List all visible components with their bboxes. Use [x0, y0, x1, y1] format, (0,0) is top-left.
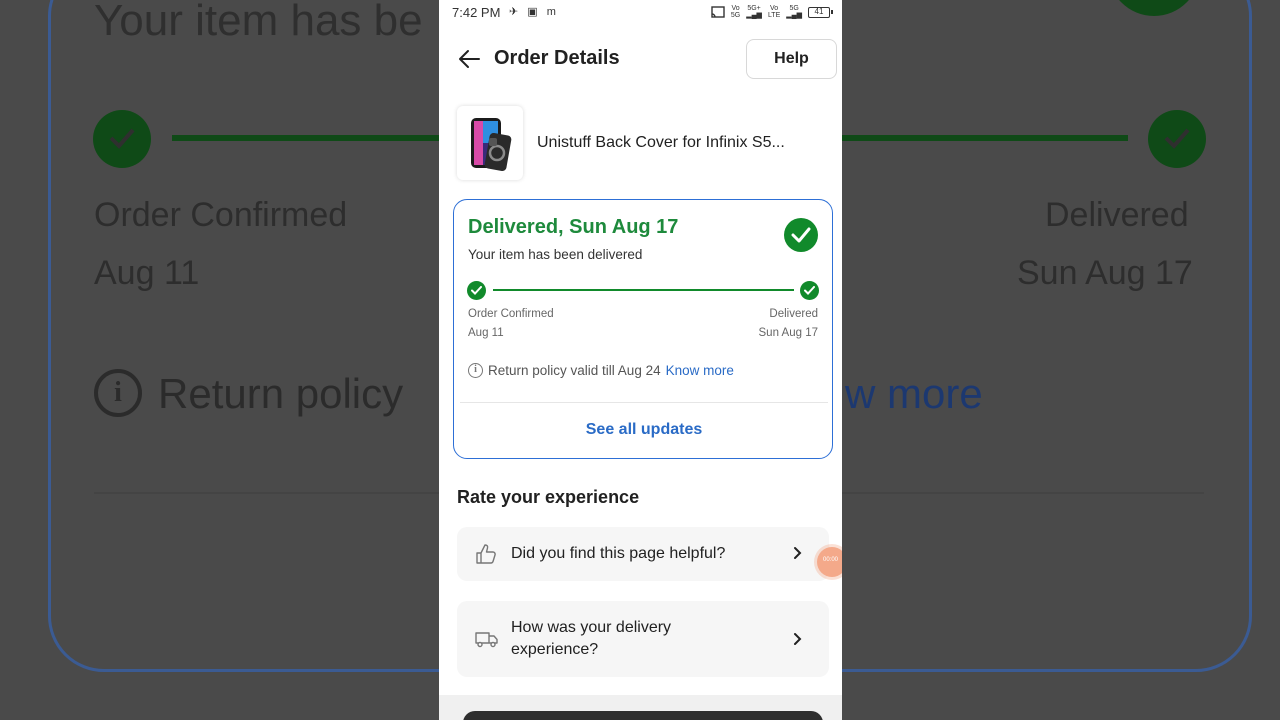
status-time: 7:42 PM: [452, 5, 501, 20]
delivery-status-subtitle: Your item has been delivered: [468, 247, 643, 262]
rate-delivery-label: How was your delivery experience?: [511, 619, 672, 658]
rate-experience-heading: Rate your experience: [457, 487, 640, 507]
bottom-card-edge: [463, 711, 823, 720]
phone-screen: 7:42 PM ✈ ▣ m Vo 5G 5G+ ▂▄▆ Vo LTE 5G ▂▄▆ 41…: [439, 0, 842, 720]
notification-icons: ✈ ▣ m: [509, 6, 559, 18]
network-indicator: 5G ▂▄▆: [786, 5, 802, 19]
cast-icon: [711, 6, 725, 18]
background-track-line: [172, 135, 440, 141]
back-arrow-icon[interactable]: [457, 46, 483, 72]
recorder-time: 00:00: [823, 557, 839, 563]
bottom-section: [439, 695, 842, 720]
product-row[interactable]: Unistuff Back Cover for Infinix S5...: [457, 106, 837, 180]
page-title: Order Details: [494, 47, 620, 69]
delivered-step-check-icon: [800, 281, 819, 300]
tracking-progress-line: [493, 289, 794, 291]
know-more-link[interactable]: Know more: [666, 363, 734, 378]
background-check-icon: [93, 110, 151, 168]
network-indicator: Vo 5G: [730, 5, 741, 19]
delivered-date: Sun Aug 17: [758, 327, 818, 339]
background-title: Your item has be: [94, 0, 423, 45]
order-confirmed-label: Order Confirmed: [468, 308, 554, 320]
background-know-more: w more: [845, 370, 983, 417]
card-divider: [460, 402, 828, 403]
see-all-updates-link[interactable]: See all updates: [454, 421, 834, 439]
network-indicator: Vo LTE: [767, 5, 781, 19]
background-left-date: Aug 11: [94, 254, 200, 292]
screen-recorder-bubble[interactable]: 00:00: [817, 547, 842, 577]
product-image: [457, 106, 523, 180]
order-confirmed-check-icon: [467, 281, 486, 300]
background-check-icon: [1148, 110, 1206, 168]
background-right-status: Delivered: [1045, 196, 1189, 234]
network-indicator: 5G+ ▂▄▆: [746, 5, 762, 19]
delivered-label: Delivered: [769, 308, 818, 320]
info-icon: i: [468, 363, 483, 378]
rate-delivery-row[interactable]: How was your delivery experience?: [457, 601, 829, 677]
truck-icon: [475, 629, 499, 654]
help-button[interactable]: Help: [746, 39, 837, 79]
background-return-text: Return policy: [158, 370, 404, 417]
background-left-status: Order Confirmed: [94, 196, 348, 234]
rate-page-helpful-row[interactable]: Did you find this page helpful?: [457, 527, 829, 581]
page-header: Order Details Help: [439, 38, 842, 80]
chevron-right-icon: [793, 546, 803, 565]
delivery-status-card: Delivered, Sun Aug 17 Your item has been…: [453, 199, 833, 459]
background-info-icon: i: [94, 369, 142, 417]
order-confirmed-date: Aug 11: [468, 327, 504, 339]
return-policy-row: i Return policy valid till Aug 24 Know m…: [468, 363, 734, 378]
battery-icon: 41: [808, 6, 833, 18]
status-bar: 7:42 PM ✈ ▣ m Vo 5G 5G+ ▂▄▆ Vo LTE 5G ▂▄▆ 41: [439, 0, 842, 26]
product-name: Unistuff Back Cover for Infinix S5...: [537, 134, 785, 151]
thumbs-up-icon: [475, 543, 497, 570]
delivered-check-icon: [784, 218, 818, 252]
status-right-icons: Vo 5G 5G+ ▂▄▆ Vo LTE 5G ▂▄▆ 41: [711, 5, 833, 19]
rate-page-helpful-label: Did you find this page helpful?: [511, 545, 726, 562]
return-policy-text: Return policy valid till Aug 24: [488, 363, 661, 378]
chevron-right-icon: [793, 632, 803, 651]
delivery-status-title: Delivered, Sun Aug 17: [468, 216, 679, 238]
background-track-line: [842, 135, 1128, 141]
background-right-date: Sun Aug 17: [1017, 254, 1193, 292]
